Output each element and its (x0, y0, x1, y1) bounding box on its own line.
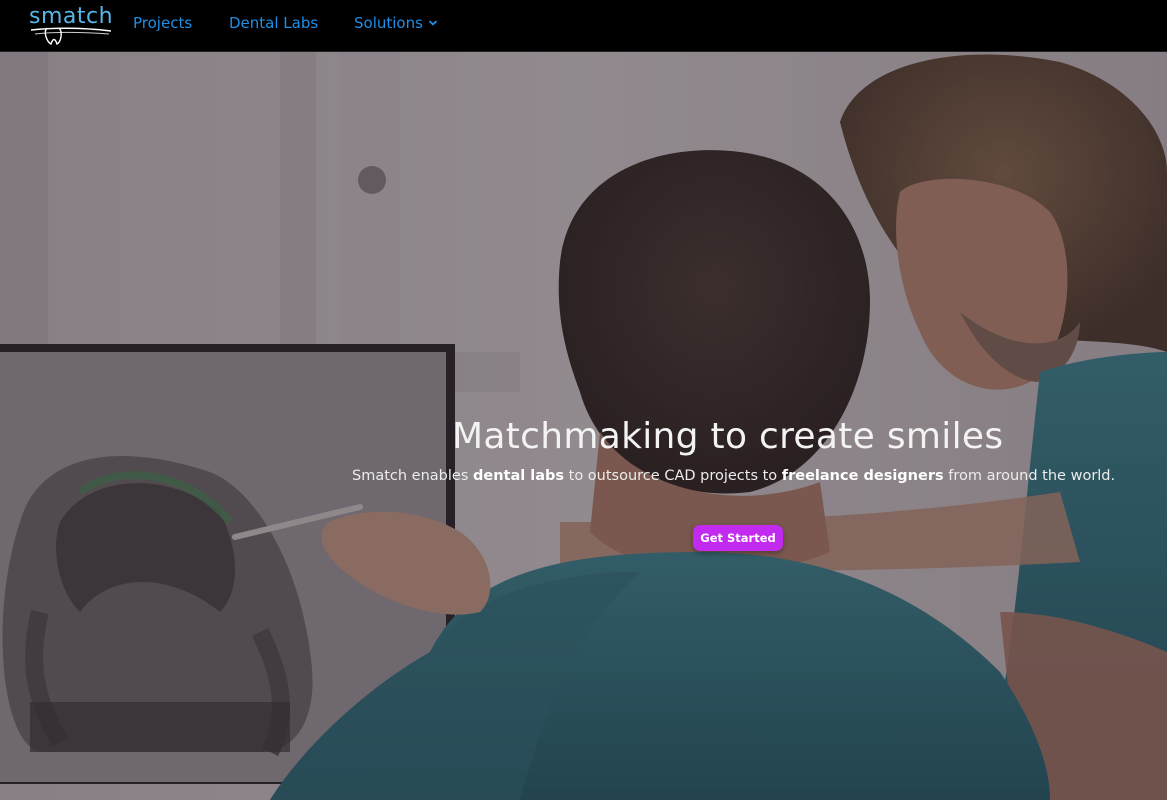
hero-title: Matchmaking to create smiles (452, 416, 1004, 457)
nav-solutions-label: Solutions (354, 14, 423, 32)
nav-solutions[interactable]: Solutions (354, 13, 438, 33)
nav-projects[interactable]: Projects (133, 13, 192, 33)
get-started-button[interactable]: Get Started (693, 525, 783, 551)
nav-dental-labs[interactable]: Dental Labs (229, 13, 318, 33)
hero-subtitle-bold: dental labs (472, 468, 565, 484)
hero-subtitle-part: from around the world. (943, 468, 1116, 484)
hero-subtitle-bold: freelance designers (781, 468, 944, 484)
top-navbar: smatch Projects Dental Labs Solutions (0, 0, 1167, 52)
tooth-swoosh-icon (30, 27, 112, 45)
hero-section: Matchmaking to create smiles Smatch enab… (0, 52, 1167, 800)
chevron-down-icon (429, 20, 437, 26)
hero-subtitle: Smatch enables dental labs to outsource … (352, 466, 1132, 486)
hero-subtitle-part: Smatch enables (352, 468, 473, 484)
hero-subtitle-part: to outsource CAD projects to (564, 468, 782, 484)
smatch-logo[interactable]: smatch (29, 4, 113, 48)
